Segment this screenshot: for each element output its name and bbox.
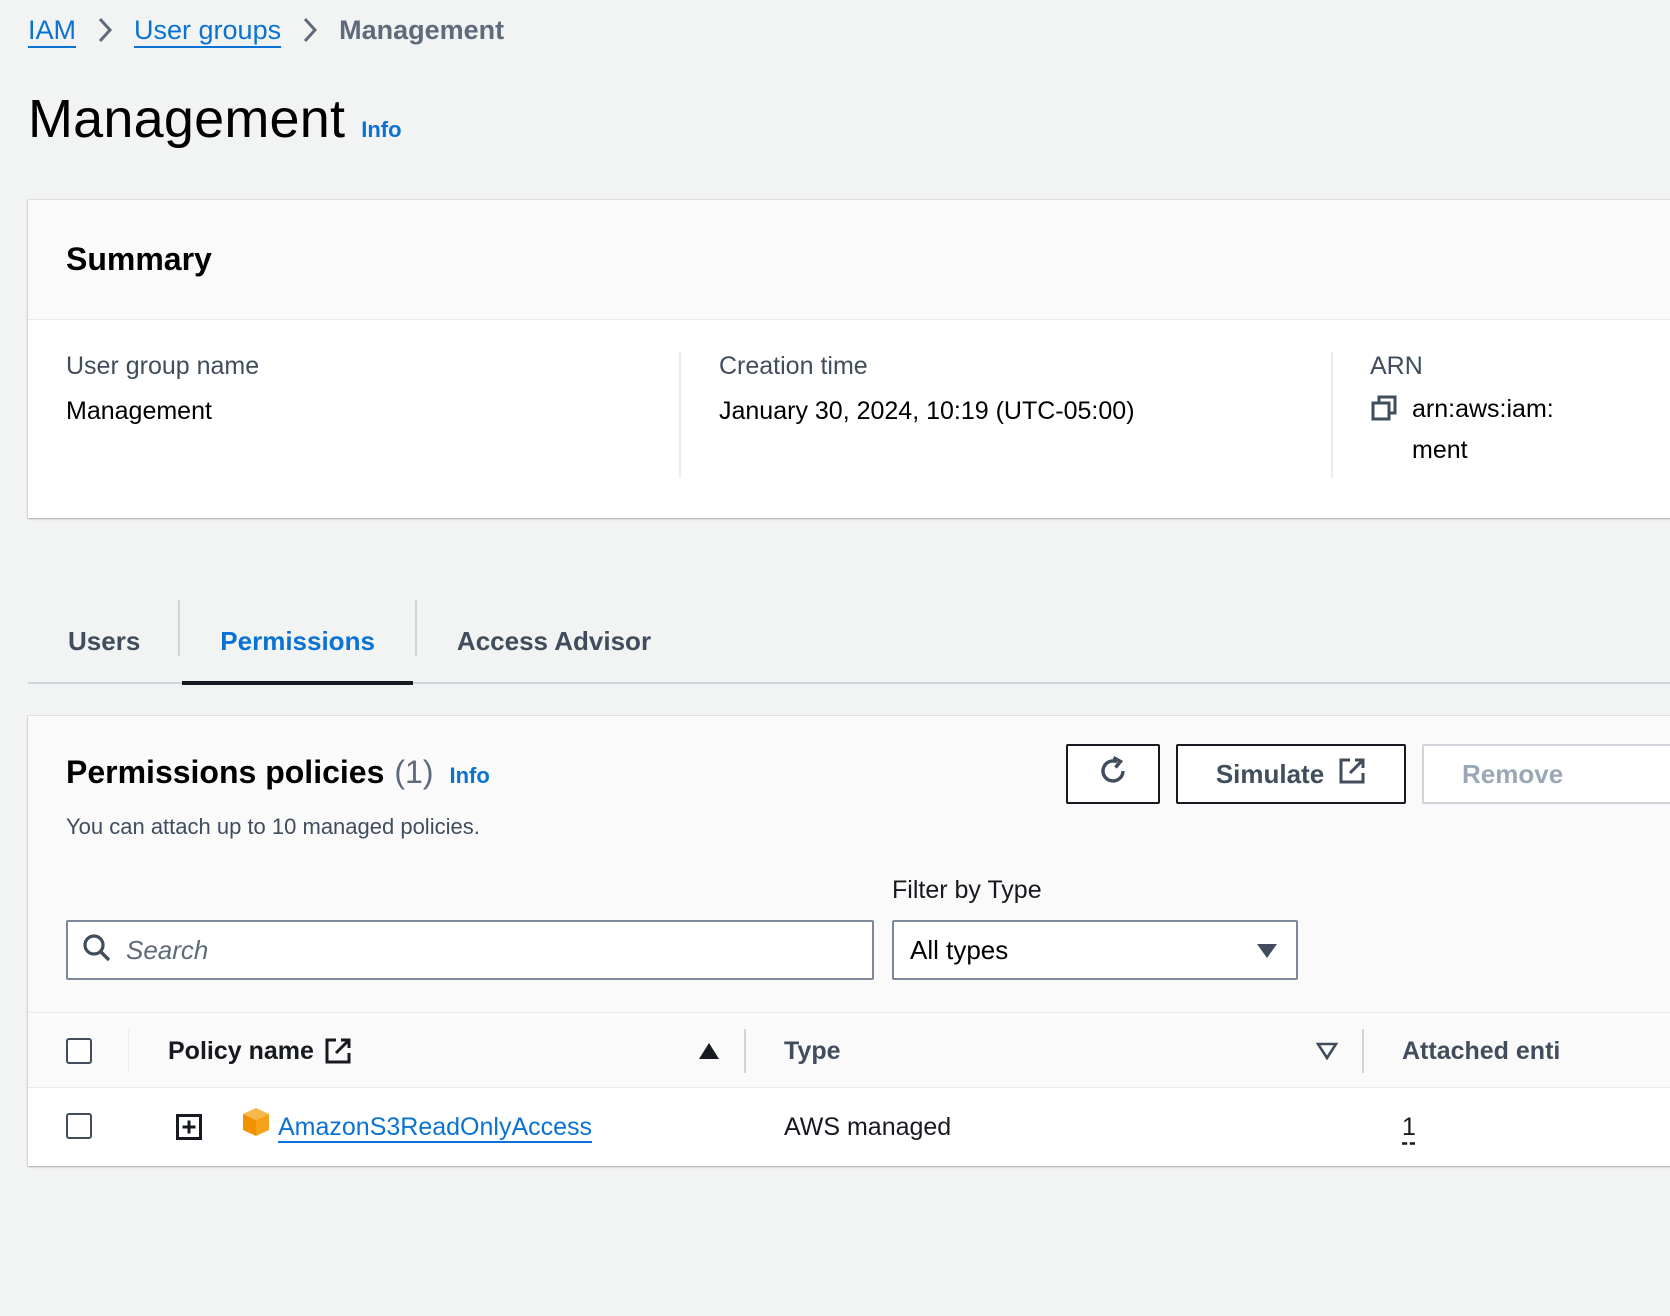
copy-icon[interactable] xyxy=(1370,394,1398,422)
arn-value-line2: ment xyxy=(1412,436,1468,464)
column-divider xyxy=(1331,352,1333,478)
column-divider[interactable] xyxy=(1362,1029,1364,1073)
column-divider xyxy=(679,352,681,478)
column-divider[interactable] xyxy=(744,1029,746,1073)
search-icon xyxy=(82,933,112,968)
page-info-link[interactable]: Info xyxy=(361,117,401,143)
arn-label: ARN xyxy=(1370,352,1423,380)
row-checkbox[interactable] xyxy=(66,1113,92,1139)
group-name-label: User group name xyxy=(66,352,260,380)
refresh-button[interactable] xyxy=(1066,744,1160,804)
table-row: AmazonS3ReadOnlyAccess AWS managed 1 xyxy=(28,1088,1670,1166)
permissions-description: You can attach up to 10 managed policies… xyxy=(66,814,480,839)
column-header-policy-name[interactable]: Policy name xyxy=(168,1013,352,1089)
filter-type-value: All types xyxy=(910,934,1009,965)
permissions-header: Permissions policies (1) Info You can at… xyxy=(28,716,1670,1012)
filter-type-select[interactable]: All types xyxy=(892,920,1298,980)
permissions-info-link[interactable]: Info xyxy=(449,763,489,789)
caret-down-icon xyxy=(1256,935,1278,966)
breadcrumb-user-groups-link[interactable]: User groups xyxy=(134,15,281,46)
page-title: Management xyxy=(28,89,346,149)
policy-count: (1) xyxy=(394,754,434,790)
external-link-icon xyxy=(1338,757,1366,792)
attached-entities-cell[interactable]: 1 xyxy=(1402,1088,1416,1166)
permissions-title-row: Permissions policies (1) Info xyxy=(66,754,490,791)
chevron-right-icon xyxy=(76,16,134,44)
policy-name-link[interactable]: AmazonS3ReadOnlyAccess xyxy=(278,1088,592,1166)
breadcrumb: IAM User groups Management xyxy=(28,10,504,50)
summary-header: Summary xyxy=(28,200,1670,320)
group-name-value: Management xyxy=(66,397,212,425)
policy-type-cell: AWS managed xyxy=(784,1112,952,1141)
tab-users[interactable]: Users xyxy=(28,600,178,682)
policy-name-header-label: Policy name xyxy=(168,1036,314,1065)
filter-by-type-label: Filter by Type xyxy=(892,876,1042,904)
expand-icon[interactable] xyxy=(176,1114,202,1145)
breadcrumb-iam-link[interactable]: IAM xyxy=(28,15,76,46)
group-name-field: User group name Management xyxy=(66,352,259,432)
summary-card: Summary User group name Management Creat… xyxy=(28,200,1670,518)
arn-field: ARN arn:aws:iam: ment xyxy=(1370,352,1554,471)
column-header-attached-entities[interactable]: Attached enti xyxy=(1402,1013,1560,1089)
search-field[interactable] xyxy=(66,920,874,980)
summary-title: Summary xyxy=(66,241,212,277)
simulate-button[interactable]: Simulate xyxy=(1176,744,1406,804)
creation-time-label: Creation time xyxy=(719,352,868,380)
permissions-policies-card: Permissions policies (1) Info You can at… xyxy=(28,716,1670,1166)
column-divider xyxy=(128,1029,129,1073)
external-link-icon xyxy=(324,1037,352,1065)
column-header-type[interactable]: Type xyxy=(784,1013,841,1089)
remove-button[interactable]: Remove xyxy=(1422,744,1670,804)
select-all-checkbox[interactable] xyxy=(66,1038,92,1064)
sort-ascending-icon[interactable] xyxy=(698,1042,720,1065)
tab-bar: Users Permissions Access Advisor xyxy=(28,600,1670,685)
refresh-icon xyxy=(1096,754,1130,795)
chevron-right-icon xyxy=(281,16,339,44)
search-input[interactable] xyxy=(126,934,826,966)
creation-time-field: Creation time January 30, 2024, 10:19 (U… xyxy=(719,352,1135,432)
policies-table-header: Policy name Type Attached enti xyxy=(28,1012,1670,1088)
simulate-button-label: Simulate xyxy=(1215,758,1325,789)
tab-permissions[interactable]: Permissions xyxy=(180,600,415,685)
creation-time-value: January 30, 2024, 10:19 (UTC-05:00) xyxy=(719,397,1135,425)
arn-value-line1: arn:aws:iam: xyxy=(1412,395,1554,423)
sort-icon[interactable] xyxy=(1315,1042,1339,1065)
s3-service-icon xyxy=(240,1106,272,1143)
tab-access-advisor[interactable]: Access Advisor xyxy=(417,600,691,682)
breadcrumb-current: Management xyxy=(339,14,505,45)
page-header: Management Info xyxy=(28,88,402,150)
summary-details: User group name Management Creation time… xyxy=(28,320,1670,518)
permissions-title: Permissions policies xyxy=(66,754,385,790)
